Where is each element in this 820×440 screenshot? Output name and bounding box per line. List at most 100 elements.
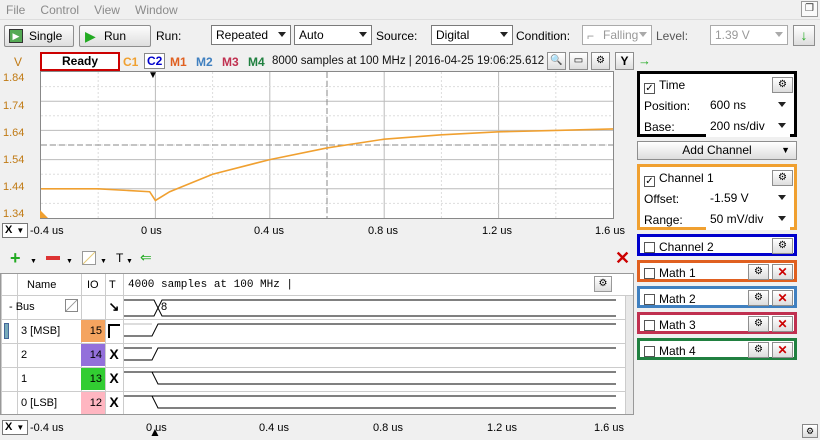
channel2-toggle[interactable]: Channel 2 (644, 240, 714, 254)
y-axis-button[interactable]: Y (615, 52, 634, 70)
settings-icon[interactable]: ⚙ (802, 424, 818, 438)
level-value: 1.39 V (715, 28, 750, 42)
position-value: 600 ns (710, 98, 747, 112)
settings-icon[interactable]: ⚙ (772, 238, 793, 254)
settings-icon[interactable]: ⚙ (772, 77, 793, 93)
checkbox-unchecked-icon[interactable] (644, 320, 655, 331)
col-t: T (109, 279, 116, 291)
trigger-cell[interactable]: X (107, 370, 121, 386)
row-selection-handle[interactable] (4, 323, 9, 339)
tag-m2[interactable]: M2 (196, 55, 213, 69)
run-mode-value: Repeated (216, 28, 269, 42)
math3-toggle[interactable]: Math 3 (644, 318, 696, 332)
close-icon[interactable]: ✕ (615, 248, 630, 269)
offset-select[interactable]: -1.59 V (706, 189, 790, 209)
chevron-down-icon (778, 195, 786, 200)
add-channel-button[interactable]: Add Channel ▼ (637, 141, 797, 160)
math2-toggle[interactable]: Math 2 (644, 292, 696, 306)
restore-icon[interactable]: ❐ (801, 1, 818, 17)
trigger-mode-select[interactable]: Auto (294, 25, 372, 45)
menu-control[interactable]: Control (34, 0, 85, 17)
x-tick: 0 us (141, 225, 162, 237)
tag-c1[interactable]: C1 (123, 55, 138, 69)
close-icon[interactable]: ✕ (772, 316, 793, 332)
text-t-icon[interactable]: T (116, 251, 123, 265)
channel1-toggle[interactable]: ✓ Channel 1 (644, 171, 714, 187)
settings-icon[interactable]: ⚙ (591, 52, 610, 70)
settings-icon[interactable]: ⚙ (748, 264, 769, 280)
settings-icon[interactable]: ⚙ (594, 276, 612, 292)
close-icon[interactable]: ✕ (772, 290, 793, 306)
trigger-cell[interactable]: ↘ (107, 299, 121, 315)
base-select[interactable]: 200 ns/div (706, 117, 790, 137)
chevron-down-icon[interactable]: ▼ (100, 258, 107, 265)
single-button[interactable]: ▶ Single (4, 25, 74, 47)
trigger-cell[interactable]: X (107, 346, 121, 362)
time-label: Time (659, 78, 686, 92)
chevron-down-icon[interactable]: ▼ (126, 258, 133, 265)
settings-icon[interactable]: ⚙ (772, 170, 793, 186)
chevron-down-icon[interactable]: ▼ (30, 258, 37, 265)
chevron-down-icon[interactable]: ▼ (66, 258, 73, 265)
edit-icon[interactable] (82, 251, 96, 265)
digital-waveforms[interactable] (124, 296, 616, 414)
level-select[interactable]: 1.39 V (710, 25, 788, 45)
tag-c2[interactable]: C2 (144, 53, 166, 69)
math4-panel: Math 4 ⚙ ✕ (637, 338, 797, 360)
x-tick: 1.2 us (482, 225, 512, 237)
position-select[interactable]: 600 ns (706, 96, 790, 116)
run-mode-select[interactable]: Repeated (211, 25, 291, 45)
arrow-left-icon[interactable]: ⇐ (140, 249, 152, 266)
math4-toggle[interactable]: Math 4 (644, 344, 696, 358)
settings-icon[interactable]: ⚙ (748, 290, 769, 306)
trigger-marker-icon[interactable]: ▼ (148, 70, 158, 81)
trigger-mode-value: Auto (299, 28, 324, 42)
tag-m3[interactable]: M3 (222, 55, 239, 69)
checkbox-checked-icon[interactable]: ✓ (644, 176, 655, 187)
checkbox-checked-icon[interactable]: ✓ (644, 83, 655, 94)
arrow-right-icon[interactable]: → (638, 53, 651, 68)
menu-view[interactable]: View (88, 0, 126, 17)
settings-icon[interactable]: ⚙ (748, 316, 769, 332)
position-label: Position: (644, 99, 691, 113)
time-toggle[interactable]: ✓ Time (644, 78, 685, 94)
x-tick: 0.4 us (254, 225, 284, 237)
x-axis-select-bottom[interactable]: X ▼ (2, 420, 28, 435)
analog-plot[interactable] (40, 71, 614, 219)
run-button[interactable]: ▶ Run (79, 25, 151, 47)
arrow-down-icon[interactable]: ↓ (793, 25, 815, 46)
zoom-icon[interactable]: 🔍 (547, 52, 566, 70)
tag-m1[interactable]: M1 (170, 55, 187, 69)
chevron-down-icon (278, 32, 286, 37)
trigger-cell[interactable]: X (107, 394, 121, 410)
source-select[interactable]: Digital (431, 25, 513, 45)
edit-icon[interactable] (65, 299, 78, 312)
checkbox-unchecked-icon[interactable] (644, 294, 655, 305)
checkbox-unchecked-icon[interactable] (644, 242, 655, 253)
checkbox-unchecked-icon[interactable] (644, 268, 655, 279)
math1-toggle[interactable]: Math 1 (644, 266, 696, 280)
tag-m4[interactable]: M4 (248, 55, 265, 69)
settings-icon[interactable]: ⚙ (748, 342, 769, 358)
menu-file[interactable]: File (0, 0, 31, 17)
chevron-down-icon (778, 216, 786, 221)
condition-select[interactable]: ⌐ Falling (582, 25, 652, 45)
row-name: 0 [LSB] (21, 397, 58, 409)
single-label: Single (29, 29, 63, 43)
digital-scrollbar[interactable] (625, 296, 633, 414)
x-axis-select[interactable]: X ▼ (2, 223, 28, 238)
trigger-marker-icon[interactable]: ▲ (149, 425, 161, 439)
checkbox-unchecked-icon[interactable] (644, 346, 655, 357)
keyboard-icon[interactable]: ▭ (569, 52, 588, 70)
rising-edge-icon[interactable] (108, 324, 120, 338)
math3-panel: Math 3 ⚙ ✕ (637, 312, 797, 334)
range-select[interactable]: 50 mV/div (706, 210, 790, 230)
remove-icon[interactable] (46, 256, 60, 260)
close-icon[interactable]: ✕ (772, 342, 793, 358)
io-cell: 14 (81, 344, 105, 366)
add-icon[interactable]: + (10, 249, 21, 267)
close-icon[interactable]: ✕ (772, 264, 793, 280)
menu-window[interactable]: Window (129, 0, 184, 17)
channel-offset-marker-icon[interactable] (40, 210, 48, 218)
row-name: - Bus (9, 301, 35, 313)
